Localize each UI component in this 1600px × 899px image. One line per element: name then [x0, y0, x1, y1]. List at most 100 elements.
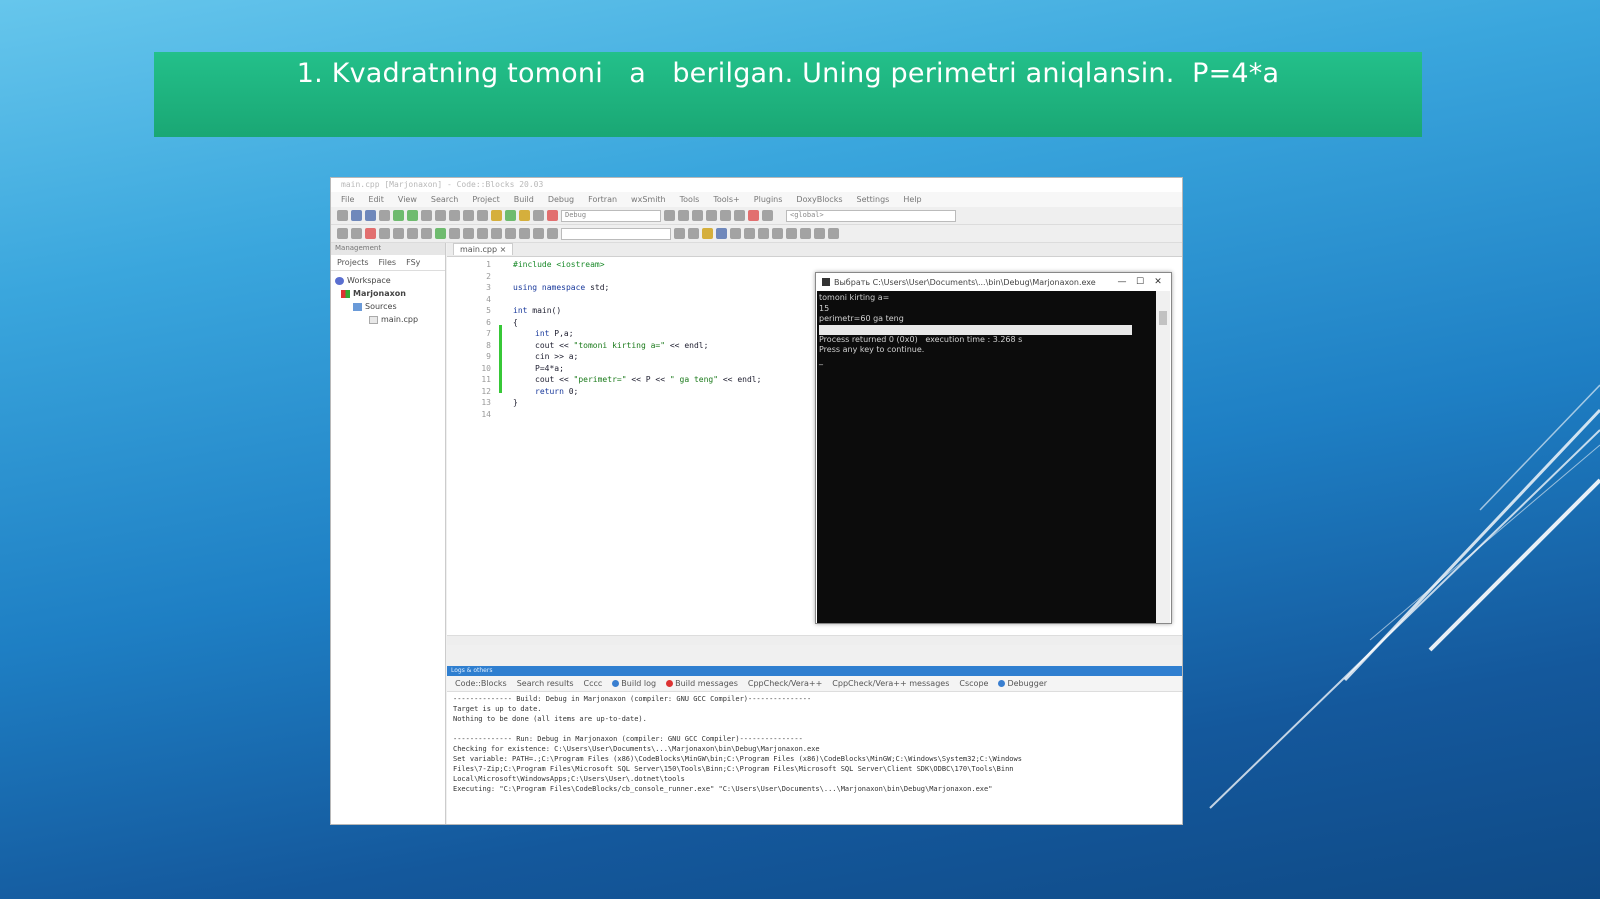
cut-icon[interactable] — [421, 210, 432, 221]
comment-icon[interactable] — [449, 228, 460, 239]
redo-icon[interactable] — [407, 210, 418, 221]
stream-comment-icon[interactable] — [491, 228, 502, 239]
menu-project[interactable]: Project — [472, 195, 499, 204]
console-scroll-thumb[interactable] — [1159, 311, 1167, 325]
build-target-select[interactable]: Debug — [561, 209, 661, 222]
next-match-icon[interactable] — [688, 228, 699, 239]
prev-bookmark-icon[interactable] — [379, 228, 390, 239]
highlight-icon[interactable] — [702, 228, 713, 239]
tree-file-main[interactable]: main.cpp — [335, 313, 441, 326]
prev-match-icon[interactable] — [674, 228, 685, 239]
paste-icon[interactable] — [449, 210, 460, 221]
run-icon[interactable] — [505, 210, 516, 221]
step-out-icon[interactable] — [720, 210, 731, 221]
search-combo[interactable] — [561, 227, 671, 240]
menu-build[interactable]: Build — [514, 195, 534, 204]
build-run-icon[interactable] — [519, 210, 530, 221]
zoom-out-icon[interactable] — [828, 228, 839, 239]
console-scrollbar[interactable] — [1156, 291, 1170, 623]
maximize-button[interactable]: ☐ — [1133, 277, 1147, 287]
menu-plugins[interactable]: Plugins — [754, 195, 783, 204]
console-titlebar[interactable]: Выбрать C:\Users\User\Documents\...\bin\… — [816, 273, 1171, 291]
new-file-icon[interactable] — [337, 210, 348, 221]
console-window[interactable]: Выбрать C:\Users\User\Documents\...\bin\… — [815, 272, 1172, 624]
text-widget-icon[interactable] — [800, 228, 811, 239]
log-tab-cppcheck-messages[interactable]: CppCheck/Vera++ messages — [832, 679, 949, 688]
menu-debug[interactable]: Debug — [548, 195, 574, 204]
replace-icon[interactable] — [477, 210, 488, 221]
menu-fortran[interactable]: Fortran — [588, 195, 617, 204]
logs-panel: Logs & others Code::Blocks Search result… — [447, 666, 1182, 824]
tree-sources-folder[interactable]: Sources — [335, 300, 441, 313]
clear-bookmarks-icon[interactable] — [407, 228, 418, 239]
menu-doxyblocks[interactable]: DoxyBlocks — [796, 195, 842, 204]
log-tab-debugger[interactable]: Debugger — [998, 679, 1047, 688]
log-tab-cppcheck[interactable]: CppCheck/Vera++ — [748, 679, 822, 688]
match-case-icon[interactable] — [435, 228, 446, 239]
abort-icon[interactable] — [547, 210, 558, 221]
rebuild-icon[interactable] — [533, 210, 544, 221]
line-number: 4 — [486, 294, 491, 304]
cursor-icon[interactable] — [730, 228, 741, 239]
select-icon[interactable] — [716, 228, 727, 239]
undo-icon[interactable] — [393, 210, 404, 221]
debug-windows-icon[interactable] — [762, 210, 773, 221]
log-tab-cccc[interactable]: Cccc — [584, 679, 603, 688]
stop-debug-icon[interactable] — [748, 210, 759, 221]
editor-horizontal-scrollbar[interactable] — [447, 635, 1182, 645]
find-icon[interactable] — [463, 210, 474, 221]
regex-icon[interactable] — [421, 228, 432, 239]
menu-view[interactable]: View — [398, 195, 417, 204]
menu-help[interactable]: Help — [903, 195, 921, 204]
tree-project[interactable]: Marjonaxon — [335, 287, 441, 300]
minimize-button[interactable]: — — [1115, 277, 1129, 287]
log-tab-search-results[interactable]: Search results — [517, 679, 574, 688]
tree-workspace[interactable]: Workspace — [335, 274, 441, 287]
copy-icon[interactable] — [435, 210, 446, 221]
line-number: 6 — [486, 317, 491, 327]
menu-tools-plus[interactable]: Tools+ — [713, 195, 739, 204]
jump-icon[interactable] — [519, 228, 530, 239]
tab-fsymbols[interactable]: FSy — [406, 258, 420, 267]
step-into-icon[interactable] — [706, 210, 717, 221]
box-comment-icon[interactable] — [505, 228, 516, 239]
open-icon[interactable] — [351, 210, 362, 221]
next-line-icon[interactable] — [692, 210, 703, 221]
run-to-cursor-icon[interactable] — [678, 210, 689, 221]
menu-wxsmith[interactable]: wxSmith — [631, 195, 666, 204]
menu-search[interactable]: Search — [431, 195, 458, 204]
panel-icon[interactable] — [758, 228, 769, 239]
close-tab-icon[interactable]: × — [500, 245, 507, 254]
button-widget-icon[interactable] — [786, 228, 797, 239]
log-tab-codeblocks[interactable]: Code::Blocks — [455, 679, 507, 688]
bookmark-icon[interactable] — [365, 228, 376, 239]
tab-projects[interactable]: Projects — [337, 258, 369, 267]
record-icon[interactable] — [547, 228, 558, 239]
menu-file[interactable]: File — [341, 195, 354, 204]
build-icon[interactable] — [491, 210, 502, 221]
back-icon[interactable] — [337, 228, 348, 239]
last-jump-icon[interactable] — [533, 228, 544, 239]
scope-select[interactable]: <global> — [786, 209, 956, 222]
debug-run-icon[interactable] — [664, 210, 675, 221]
zoom-in-icon[interactable] — [814, 228, 825, 239]
next-bookmark-icon[interactable] — [393, 228, 404, 239]
forward-icon[interactable] — [351, 228, 362, 239]
menu-settings[interactable]: Settings — [857, 195, 890, 204]
log-tab-cscope[interactable]: Cscope — [959, 679, 988, 688]
toggle-comment-icon[interactable] — [477, 228, 488, 239]
tab-files[interactable]: Files — [379, 258, 397, 267]
save-all-icon[interactable] — [379, 210, 390, 221]
frame-icon[interactable] — [744, 228, 755, 239]
menu-tools[interactable]: Tools — [680, 195, 700, 204]
editor-tab-main[interactable]: main.cpp × — [453, 243, 514, 255]
save-icon[interactable] — [365, 210, 376, 221]
uncomment-icon[interactable] — [463, 228, 474, 239]
dialog-icon[interactable] — [772, 228, 783, 239]
log-tab-build-messages[interactable]: Build messages — [666, 679, 738, 688]
menu-edit[interactable]: Edit — [368, 195, 384, 204]
line-number: 11 — [481, 375, 491, 384]
close-button[interactable]: ✕ — [1151, 277, 1165, 287]
log-tab-build-log[interactable]: Build log — [612, 679, 656, 688]
pause-icon[interactable] — [734, 210, 745, 221]
